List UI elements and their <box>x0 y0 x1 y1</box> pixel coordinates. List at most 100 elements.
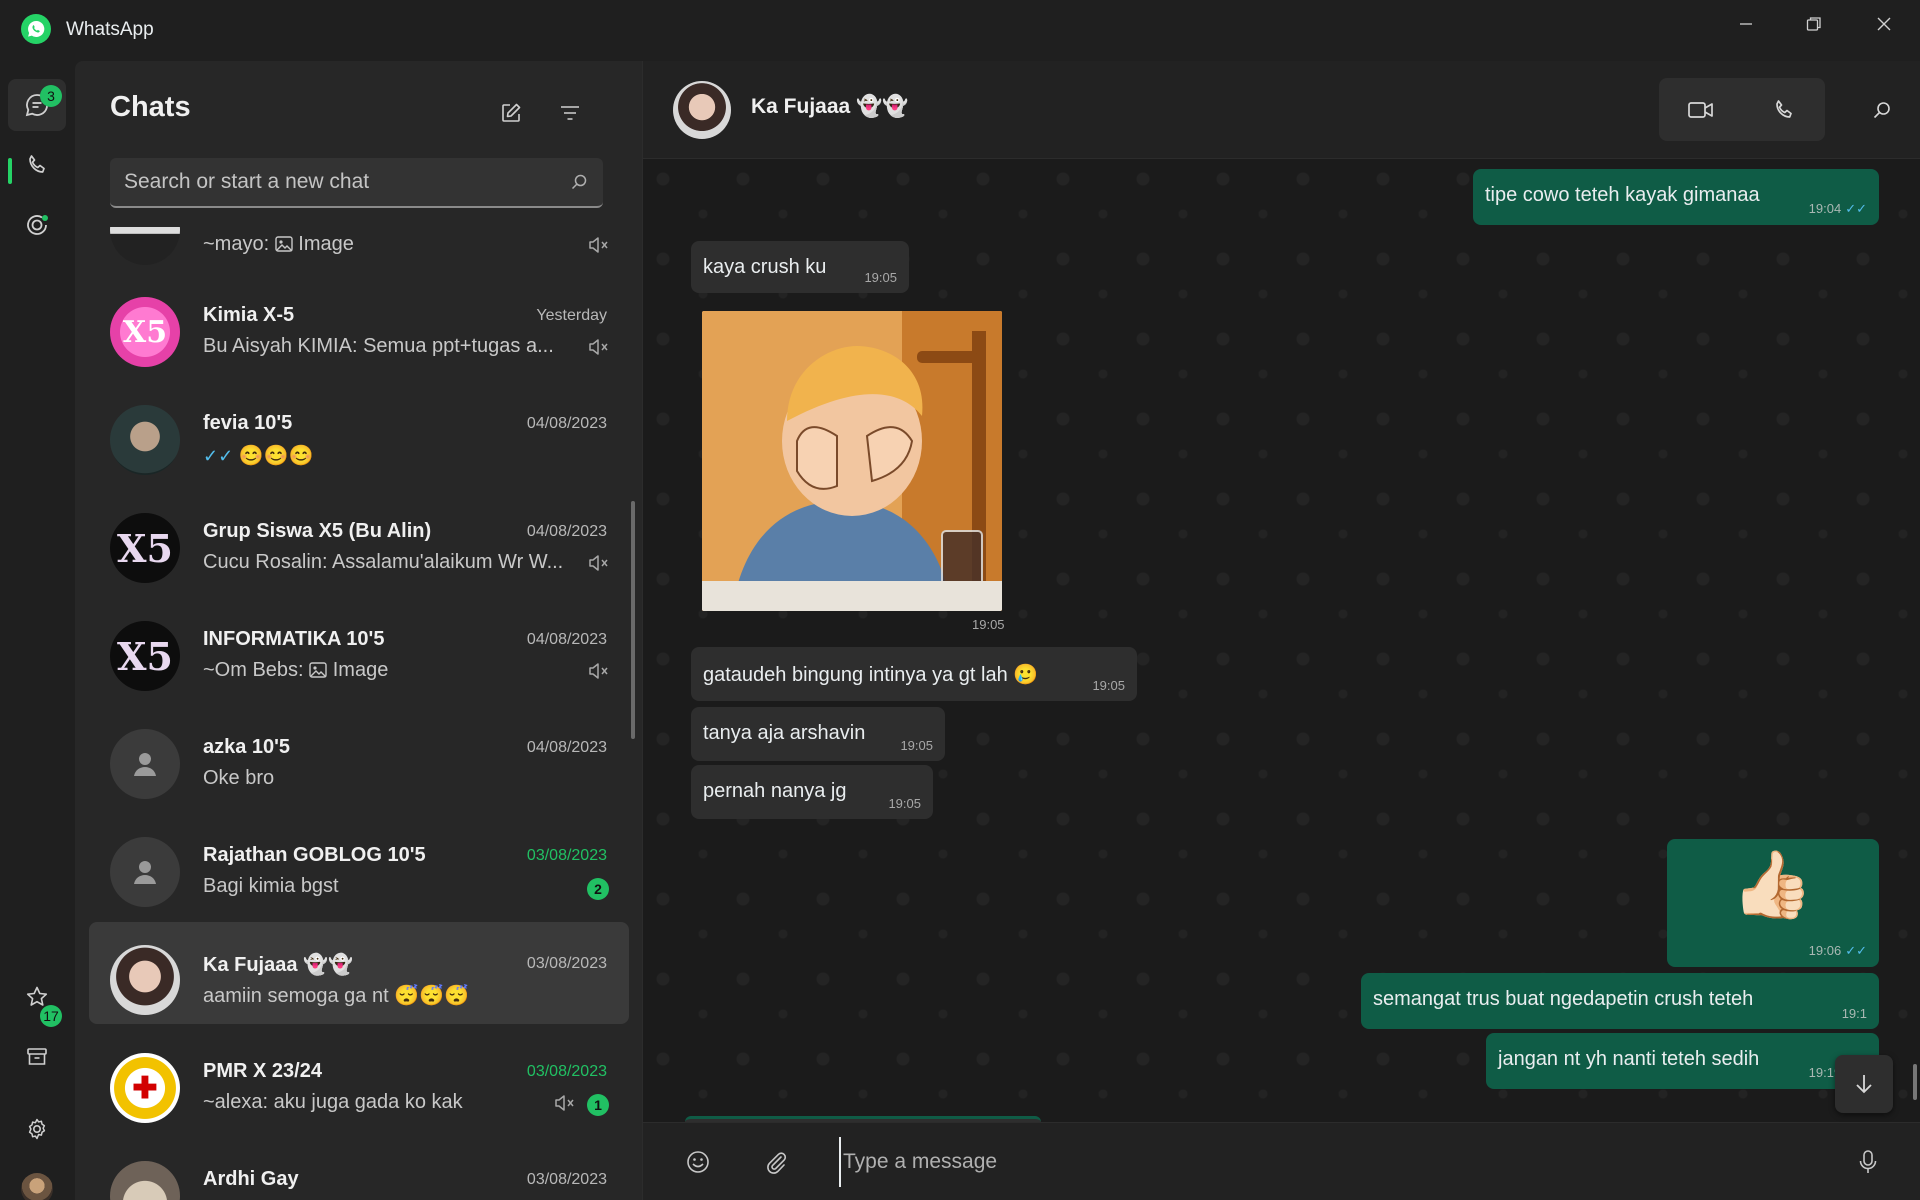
chats-title: Chats <box>110 91 191 123</box>
navigation-rail: 3 17 <box>0 61 75 1200</box>
sticker-message[interactable] <box>702 311 1002 611</box>
chat-row[interactable]: Ardhi Gay 03/08/2023 <box>89 1138 629 1200</box>
rail-status-button[interactable] <box>8 199 66 251</box>
chat-row-selected[interactable]: Ka Fujaaa 👻👻 03/08/2023 aamiin semoga ga… <box>89 922 629 1024</box>
conversation-header[interactable]: Ka Fujaaa 👻👻 <box>643 61 1920 159</box>
new-chat-button[interactable] <box>493 95 529 131</box>
chat-name: PMR X 23/24 <box>203 1060 322 1082</box>
message-bubble-incoming[interactable]: tanya aja arshavin 19:05 <box>691 707 945 761</box>
chat-date: 04/08/2023 <box>526 523 607 540</box>
chat-row[interactable]: ✚ PMR X 23/24 03/08/2023 ~alexa: aku jug… <box>89 1030 629 1132</box>
chat-row[interactable]: fevia 10'5 04/08/2023 ✓✓ 😊😊😊 <box>89 382 629 484</box>
chat-name: azka 10'5 <box>203 736 291 758</box>
title-bar: WhatsApp <box>0 0 1920 61</box>
restore-button[interactable] <box>1780 0 1848 48</box>
attach-button[interactable] <box>757 1143 795 1181</box>
chat-name: Ardhi Gay <box>203 1168 299 1190</box>
chat-row[interactable]: ~mayo: Image <box>89 227 629 274</box>
conversation-scrollbar[interactable] <box>1913 1064 1917 1100</box>
message-bubble-outgoing[interactable]: semangat trus buat ngedapetin crush tete… <box>1361 973 1879 1029</box>
chat-row[interactable]: X5 Grup Siswa X5 (Bu Alin) 04/08/2023 Cu… <box>89 490 629 592</box>
message-time: 19:05 <box>864 270 897 285</box>
chat-preview: aamiin semoga ga nt 😴😴😴 <box>203 985 469 1007</box>
message-text: semangat trus buat ngedapetin crush tete… <box>1373 988 1754 1010</box>
chat-list-panel: Chats ~mayo: Image X5 Kimia X-5 Yesterda… <box>75 61 642 1200</box>
microphone-icon <box>1859 1150 1877 1173</box>
message-text: kaya crush ku <box>703 256 827 278</box>
voice-call-icon <box>1775 99 1792 118</box>
chat-list-scrollbar[interactable] <box>631 501 635 739</box>
chat-date: 03/08/2023 <box>526 1063 607 1080</box>
conversation-panel: Ka Fujaaa 👻👻 tipe cowo teteh kayak giman… <box>642 61 1920 1200</box>
chat-avatar: X5 <box>110 621 180 691</box>
thumbs-up-emoji: 👍🏻 <box>1731 847 1814 921</box>
search-icon <box>1873 102 1890 119</box>
message-text: pernah nanya jg <box>703 780 847 802</box>
sticker-image <box>702 311 1002 611</box>
rail-profile-button[interactable] <box>8 1163 66 1200</box>
message-bubble-outgoing[interactable]: tipe cowo teteh kayak gimanaa 19:04 ✓✓ <box>1473 169 1879 225</box>
chat-preview: Bagi kimia bgst <box>203 875 339 897</box>
voice-message-button[interactable] <box>1849 1143 1887 1181</box>
chat-avatar: X5 <box>110 297 180 367</box>
chat-row[interactable]: Rajathan GOBLOG 10'5 03/08/2023 Bagi kim… <box>89 814 629 916</box>
chat-date: 03/08/2023 <box>526 847 607 864</box>
message-area[interactable]: tipe cowo teteh kayak gimanaa 19:04 ✓✓ ka… <box>643 159 1920 1122</box>
video-call-button[interactable] <box>1659 78 1742 141</box>
message-text: jangan nt yh nanti teteh sedih <box>1498 1048 1760 1070</box>
whatsapp-logo-icon <box>21 14 51 44</box>
contact-name[interactable]: Ka Fujaaa 👻👻 <box>751 95 908 119</box>
voice-call-button[interactable] <box>1742 78 1825 141</box>
chat-name: Ka Fujaaa 👻👻 <box>203 954 353 976</box>
filter-chats-button[interactable] <box>552 95 588 131</box>
rail-archive-button[interactable] <box>8 1031 66 1083</box>
settings-icon <box>28 1118 46 1140</box>
message-bubble-outgoing[interactable]: 👍🏻 19:06 ✓✓ <box>1667 839 1879 967</box>
default-avatar-icon <box>110 729 180 799</box>
default-avatar-icon <box>110 837 180 907</box>
close-icon <box>1877 17 1891 31</box>
message-input[interactable] <box>839 1137 1739 1187</box>
message-time: 19:04 ✓✓ <box>1808 201 1867 216</box>
chat-row[interactable]: azka 10'5 04/08/2023 Oke bro <box>89 706 629 808</box>
message-composer <box>643 1122 1920 1200</box>
message-text: gataudeh bingung intinya ya gt lah 🥲 <box>703 664 1039 686</box>
image-icon <box>309 662 327 678</box>
chat-preview: Bu Aisyah KIMIA: Semua ppt+tugas a... <box>203 335 554 357</box>
message-time: 19:1 <box>1841 1006 1867 1021</box>
message-time: 19:05 <box>972 617 1005 632</box>
rail-settings-button[interactable] <box>8 1103 66 1155</box>
chat-avatar: ✚ <box>110 1053 180 1123</box>
minimize-button[interactable] <box>1712 0 1780 48</box>
message-bubble-outgoing[interactable]: jangan nt yh nanti teteh sedih 19:19✓✓ <box>1486 1033 1879 1089</box>
profile-avatar <box>21 1173 53 1200</box>
rail-calls-button[interactable] <box>8 139 66 191</box>
search-input[interactable] <box>124 158 554 206</box>
chat-date: 03/08/2023 <box>526 1171 607 1188</box>
muted-icon <box>555 1095 574 1111</box>
close-button[interactable] <box>1850 0 1918 48</box>
chat-avatar <box>110 405 180 475</box>
chat-name: Grup Siswa X5 (Bu Alin) <box>203 520 432 542</box>
arrow-down-icon <box>1856 1075 1872 1094</box>
chat-name: Rajathan GOBLOG 10'5 <box>203 844 426 866</box>
contact-avatar[interactable] <box>673 81 731 139</box>
chat-date: 04/08/2023 <box>526 631 607 648</box>
chat-preview: ~alexa: aku juga gada ko kak <box>203 1091 463 1113</box>
read-ticks-icon: ✓✓ <box>1845 201 1867 216</box>
message-bubble-incoming[interactable]: pernah nanya jg 19:05 <box>691 765 933 819</box>
message-bubble-incoming[interactable]: kaya crush ku 19:05 <box>691 241 909 293</box>
emoji-button[interactable] <box>679 1143 717 1181</box>
message-time: 19:05 <box>888 796 921 811</box>
chats-unread-badge: 3 <box>40 85 62 107</box>
chat-preview: Oke bro <box>203 767 275 789</box>
chat-row[interactable]: X5 Kimia X-5 Yesterday Bu Aisyah KIMIA: … <box>89 274 629 376</box>
search-messages-button[interactable] <box>1863 91 1901 129</box>
message-bubble-incoming[interactable]: gataudeh bingung intinya ya gt lah 🥲 19:… <box>691 647 1137 701</box>
chat-row[interactable]: X5 INFORMATIKA 10'5 04/08/2023 ~Om Bebs:… <box>89 598 629 700</box>
message-time: 19:05 <box>900 738 933 753</box>
chat-name: Kimia X-5 <box>203 304 295 326</box>
chat-date: 04/08/2023 <box>526 415 607 432</box>
scroll-to-bottom-button[interactable] <box>1835 1055 1893 1113</box>
chat-name: INFORMATIKA 10'5 <box>203 628 385 650</box>
